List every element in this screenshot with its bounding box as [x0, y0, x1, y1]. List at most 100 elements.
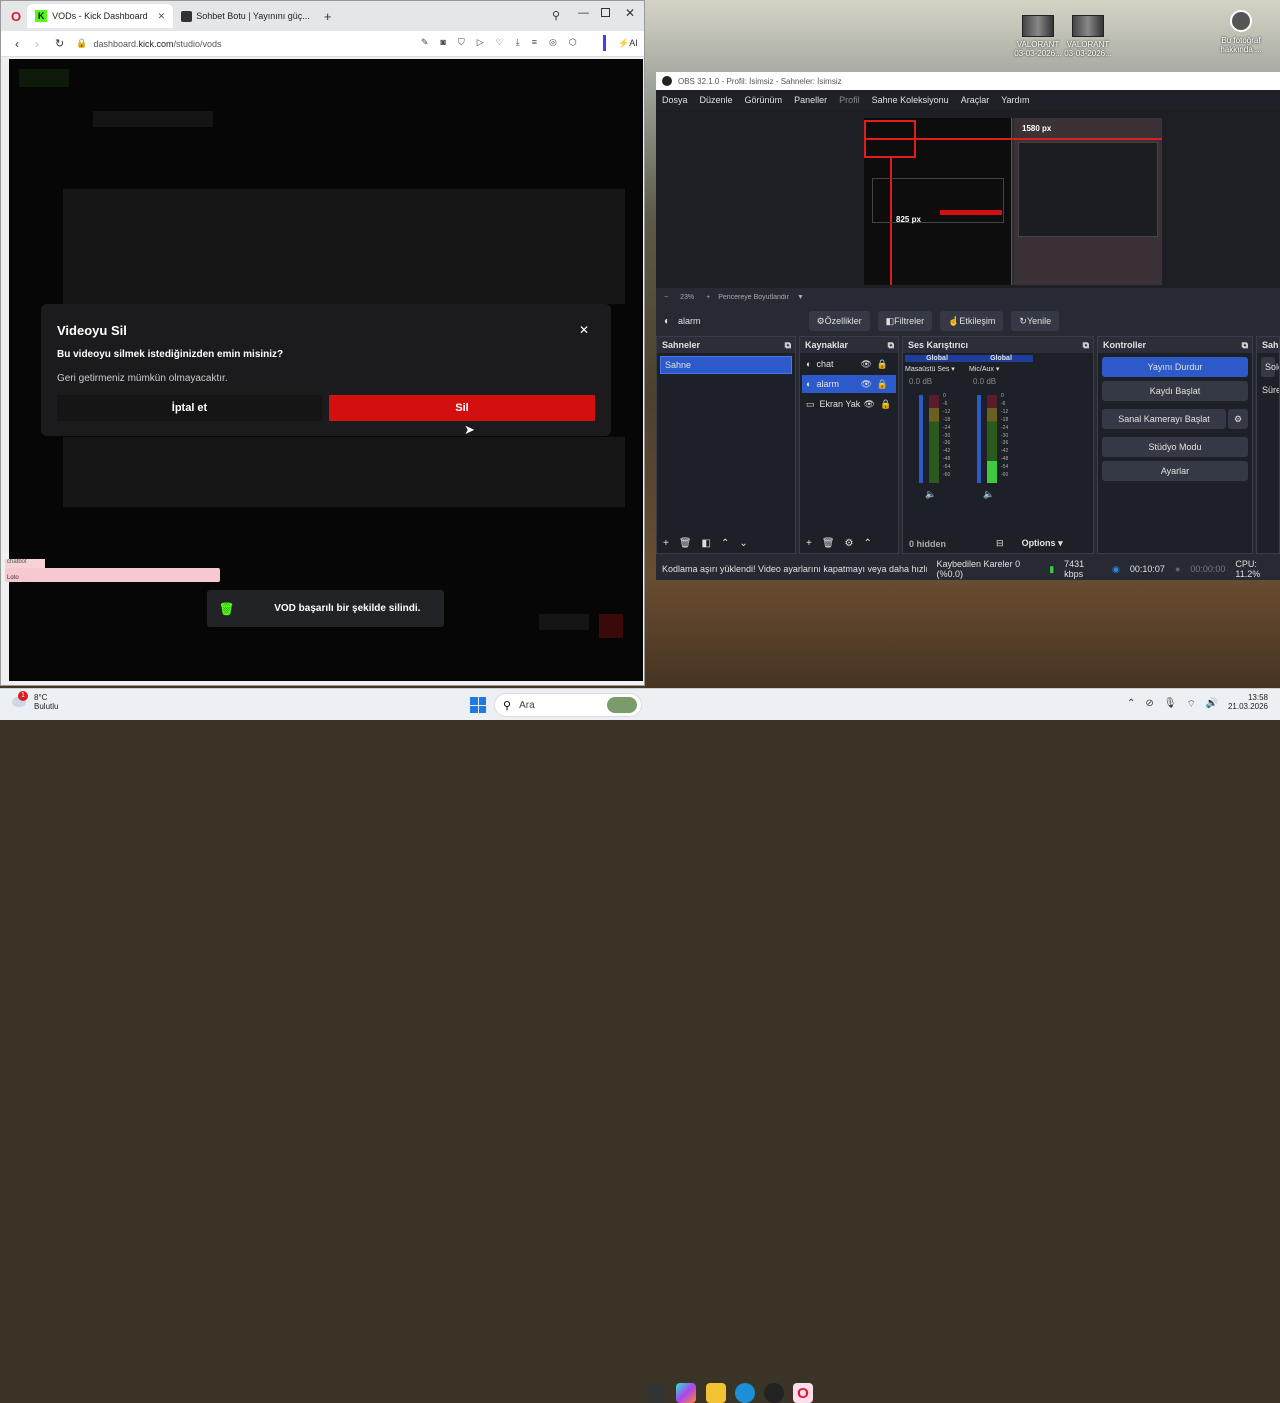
source-item-chat[interactable]: ◐ chat 👁 🔒: [802, 355, 896, 373]
filters-button[interactable]: ◧ Filtreler: [877, 311, 933, 331]
file-explorer-icon[interactable]: [706, 1383, 726, 1403]
obs-taskbar-icon[interactable]: [764, 1383, 784, 1403]
gear-icon[interactable]: ⚙: [1228, 409, 1248, 429]
maximize-icon[interactable]: [601, 8, 610, 17]
search-box[interactable]: ⚲ Ara: [494, 693, 642, 717]
clock[interactable]: 13:58 21.03.2026: [1226, 693, 1268, 711]
mute-icon[interactable]: 🔈: [925, 489, 936, 500]
ai-button[interactable]: ⚡AI: [618, 38, 638, 49]
dock-float-icon[interactable]: ⧉: [785, 340, 791, 351]
menu-sahne-koleksiyonu[interactable]: Sahne Koleksiyonu: [872, 95, 949, 105]
mixer-options-button[interactable]: Options ▾: [1022, 538, 1063, 549]
microphone-icon[interactable]: 🎙: [1164, 698, 1177, 711]
fit-to-window[interactable]: Pencereye Boyutlandır: [718, 294, 789, 301]
search-icon[interactable]: ⚲: [552, 9, 560, 22]
tab-sohbet[interactable]: Sohbet Botu | Yayınını güç...: [173, 4, 318, 28]
dock-float-icon[interactable]: ⧉: [1083, 340, 1089, 351]
close-icon[interactable]: ✕: [158, 11, 166, 22]
weather-widget[interactable]: 1 8°C Bulutlu: [12, 691, 58, 711]
play-icon[interactable]: ▷: [477, 37, 484, 48]
desktop-file-valorant-1[interactable]: VALORANT 03-03-2026...: [1013, 15, 1063, 58]
wifi-icon[interactable]: ⌔: [1186, 698, 1195, 711]
trash-icon[interactable]: 🗑: [679, 538, 692, 549]
filter-icon[interactable]: ◧: [702, 538, 711, 549]
volume-slider[interactable]: [919, 395, 923, 483]
source-item-ekran[interactable]: ▭ Ekran Yak 👁 🔒: [802, 395, 896, 413]
menu-paneller[interactable]: Paneller: [794, 95, 827, 105]
chevron-up-icon[interactable]: ⌃: [721, 538, 729, 549]
lock-icon[interactable]: 🔒: [880, 399, 891, 410]
menu-gorunum[interactable]: Görünüm: [745, 95, 783, 105]
extension-icon[interactable]: ⬡: [569, 37, 577, 48]
profile-icon[interactable]: ◎: [549, 37, 557, 48]
shield-icon[interactable]: ⛉: [458, 37, 465, 48]
scene-item-sahne[interactable]: Sahne: [660, 356, 792, 374]
edit-icon[interactable]: ✎: [421, 37, 429, 48]
delete-button[interactable]: Sil: [329, 395, 595, 421]
source-item-alarm[interactable]: ◐ alarm 👁 🔒: [802, 375, 896, 393]
opera-taskbar-icon[interactable]: O: [793, 1383, 813, 1403]
interact-button[interactable]: ☝ Etkileşim: [940, 311, 1004, 331]
add-icon[interactable]: +: [806, 538, 812, 549]
channel-name-dropdown[interactable]: Mic/Aux ▾: [969, 365, 1033, 373]
edge-icon[interactable]: [735, 1383, 755, 1403]
download-icon[interactable]: ⤓: [516, 37, 520, 48]
menu-yardim[interactable]: Yardım: [1001, 95, 1029, 105]
new-tab-icon[interactable]: +: [324, 9, 332, 24]
back-icon[interactable]: ‹: [15, 37, 19, 51]
close-window-icon[interactable]: ✕: [625, 6, 635, 20]
eye-icon[interactable]: 👁: [864, 399, 875, 410]
lock-icon[interactable]: 🔒: [877, 359, 888, 370]
obs-preview[interactable]: 1580 px 825 px: [656, 110, 1280, 288]
eye-icon[interactable]: 👁: [860, 359, 871, 370]
copilot-icon[interactable]: [676, 1383, 696, 1403]
minimize-icon[interactable]: —: [578, 7, 589, 19]
virtual-camera-button[interactable]: Sanal Kamerayı Başlat: [1102, 409, 1226, 429]
mute-icon[interactable]: 🔈: [983, 489, 994, 500]
layout-icon[interactable]: ⊟: [996, 538, 1004, 549]
mixer-header: Ses Karıştırıcı ⧉: [903, 337, 1093, 353]
forward-icon[interactable]: ›: [35, 37, 39, 51]
zoom-in-icon[interactable]: +: [706, 294, 710, 301]
network-off-icon[interactable]: ⊘: [1145, 698, 1153, 711]
tab-vods[interactable]: K VODs - Kick Dashboard ✕: [27, 4, 174, 28]
chevron-up-icon[interactable]: ⌃: [1127, 698, 1135, 711]
gear-icon[interactable]: ⚙: [845, 538, 854, 549]
dock-float-icon[interactable]: ⧉: [1242, 340, 1248, 351]
close-icon[interactable]: ✕: [579, 323, 589, 337]
desktop-about-photo[interactable]: Bu fotoğraf hakkında ...: [1216, 10, 1266, 54]
start-recording-button[interactable]: Kaydı Başlat: [1102, 381, 1248, 401]
chevron-down-icon[interactable]: ⌄: [739, 538, 747, 549]
camera-icon[interactable]: ◙: [441, 37, 446, 48]
chevron-up-icon[interactable]: ⌃: [864, 538, 872, 549]
task-view-icon[interactable]: [646, 1383, 666, 1403]
url-field[interactable]: dashboard.kick.com/studio/vods: [93, 39, 221, 49]
add-icon[interactable]: +: [663, 538, 669, 549]
heart-icon[interactable]: ♡: [496, 37, 504, 48]
channel-name-dropdown[interactable]: Masaüstü Ses ▾: [905, 365, 969, 373]
menu-dosya[interactable]: Dosya: [662, 95, 688, 105]
stop-stream-button[interactable]: Yayını Durdur: [1102, 357, 1248, 377]
trash-icon[interactable]: 🗑: [822, 538, 835, 549]
eye-icon[interactable]: 👁: [860, 379, 871, 390]
menu-icon[interactable]: ≡: [532, 37, 537, 48]
properties-button[interactable]: ⚙ Özellikler: [808, 311, 870, 331]
menu-araclar[interactable]: Araçlar: [961, 95, 990, 105]
desktop-file-valorant-2[interactable]: VALORANT 03-03-2026...: [1063, 15, 1113, 58]
dock-float-icon[interactable]: ⧉: [888, 340, 894, 351]
menu-profil[interactable]: Profil: [839, 95, 860, 105]
transition-select[interactable]: Solo: [1261, 357, 1279, 377]
chevron-down-icon[interactable]: ▼: [797, 294, 804, 301]
refresh-button[interactable]: ↻ Yenile: [1011, 311, 1060, 331]
volume-icon[interactable]: 🔊: [1206, 698, 1218, 711]
cancel-button[interactable]: İptal et: [57, 395, 322, 421]
start-button[interactable]: [470, 697, 486, 713]
studio-mode-button[interactable]: Stüdyo Modu: [1102, 437, 1248, 457]
reload-icon[interactable]: ↻: [55, 37, 64, 50]
opera-logo-icon[interactable]: O: [11, 9, 21, 24]
zoom-out-icon[interactable]: −: [664, 294, 668, 301]
settings-button[interactable]: Ayarlar: [1102, 461, 1248, 481]
volume-slider[interactable]: [977, 395, 981, 483]
menu-duzenle[interactable]: Düzenle: [700, 95, 733, 105]
lock-icon[interactable]: 🔒: [877, 379, 888, 390]
